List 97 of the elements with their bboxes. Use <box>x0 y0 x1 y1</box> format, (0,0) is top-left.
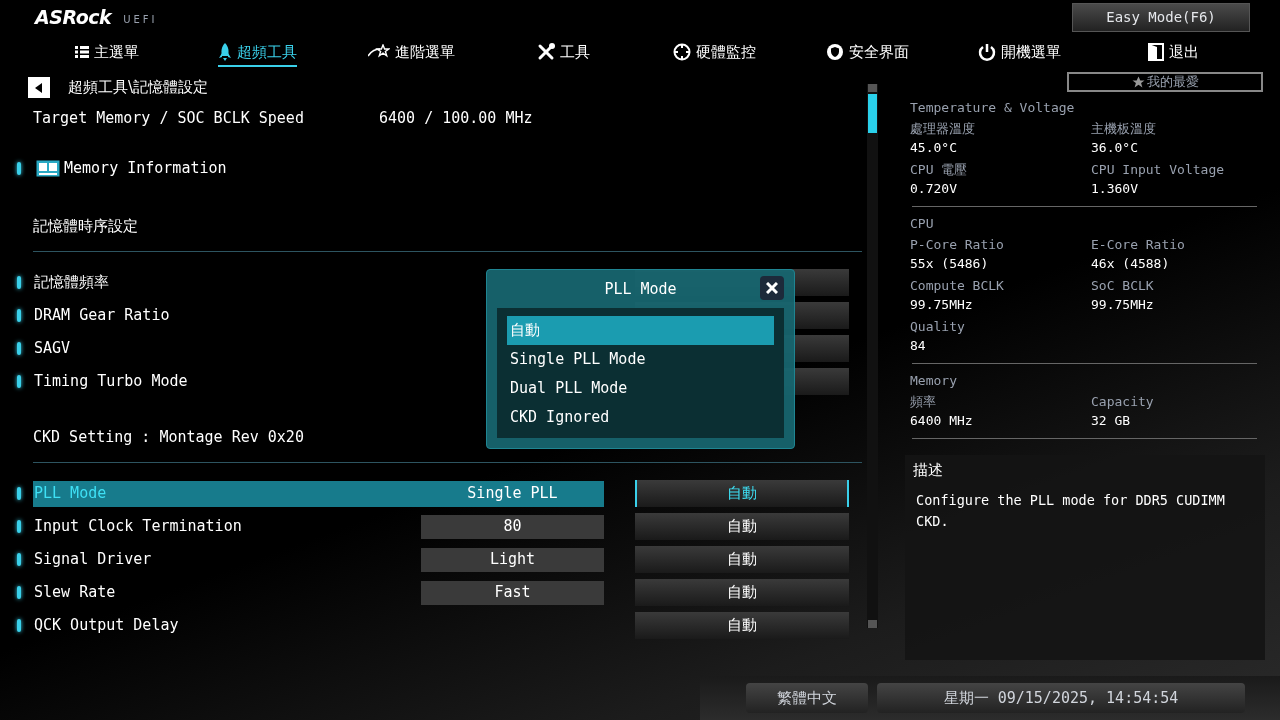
setting-label: Target Memory / SOC BCLK Speed <box>33 107 305 129</box>
monitor-value: 32 GB <box>1091 412 1132 430</box>
brand-logo: ASRock <box>35 6 112 28</box>
dialog-option[interactable]: Single PLL Mode <box>507 345 774 374</box>
nav-tab[interactable]: 退出 <box>1148 40 1199 68</box>
monitor-value: 99.75MHz <box>1091 296 1155 314</box>
setting-value: Fast <box>421 580 604 605</box>
setting-label: Slew Rate <box>33 582 117 604</box>
scrollbar[interactable] <box>867 84 878 628</box>
auto-button[interactable]: 自動 <box>635 579 849 606</box>
monitor-value: 1.360V <box>1091 180 1139 198</box>
favorites-button[interactable]: 我的最愛 <box>1067 72 1263 92</box>
row-marker <box>17 553 21 566</box>
row-marker <box>17 161 21 175</box>
setting-label: PLL Mode <box>33 483 108 505</box>
setting-row[interactable]: QCK Output Delay <box>33 612 604 639</box>
close-button[interactable] <box>760 276 784 300</box>
monitor-label: P-Core Ratio <box>910 236 1005 254</box>
row-marker <box>17 586 21 599</box>
row-marker <box>17 520 21 533</box>
auto-button[interactable]: 自動 <box>635 546 849 573</box>
description-title: 描述 <box>913 460 944 481</box>
setting-label: 記憶體頻率 <box>33 272 110 294</box>
star-icon <box>1131 75 1145 89</box>
close-icon <box>766 282 778 294</box>
monitor-value: 45.0°C <box>910 139 958 157</box>
row-marker <box>17 342 21 355</box>
setting-value: 80 <box>421 514 604 539</box>
star-icon <box>368 44 390 60</box>
monitor-value: 36.0°C <box>1091 139 1139 157</box>
memory-module-icon <box>36 159 60 177</box>
nav-tab[interactable]: 進階選單 <box>368 40 455 68</box>
back-button[interactable] <box>28 77 50 98</box>
section-header: 記憶體時序設定 <box>33 215 139 237</box>
setting-row[interactable]: Signal Driver Light <box>33 546 604 573</box>
nav-tab[interactable]: 超頻工具 <box>218 40 297 68</box>
auto-button[interactable]: 自動 <box>635 480 849 507</box>
language-button[interactable]: 繁體中文 <box>746 683 868 713</box>
setting-label: QCK Output Delay <box>33 615 180 637</box>
setting-value: Light <box>421 547 604 572</box>
row-marker <box>17 487 21 500</box>
row-marker <box>17 276 21 289</box>
row-marker <box>17 375 21 388</box>
dialog-title: PLL Mode <box>604 278 677 300</box>
power-icon <box>978 43 996 61</box>
date-time: 星期一 09/15/2025, 14:54:54 <box>877 683 1245 713</box>
monitor-group-title: CPU <box>910 215 935 233</box>
monitor-label: 頻率 <box>910 393 937 411</box>
monitor-label: CPU 電壓 <box>910 161 969 179</box>
monitor-value: 55x (5486) <box>910 255 990 273</box>
section-header: CKD Setting : Montage Rev 0x20 <box>33 426 305 448</box>
nav-tab[interactable]: 硬體監控 <box>673 40 756 68</box>
monitor-value: 6400 MHz <box>910 412 974 430</box>
gauge-icon <box>673 43 691 61</box>
setting-row[interactable]: Input Clock Termination 80 <box>33 513 604 540</box>
brand-subtitle: UEFI <box>123 13 158 27</box>
setting-label: Signal Driver <box>33 549 153 571</box>
setting-value: 6400 / 100.00 MHz <box>379 107 533 129</box>
monitor-value: 0.720V <box>910 180 958 198</box>
row-marker <box>17 619 21 632</box>
dialog-option[interactable]: Dual PLL Mode <box>507 374 774 403</box>
monitor-label: 主機板溫度 <box>1091 120 1157 138</box>
nav-tab[interactable]: 主選單 <box>75 40 139 68</box>
back-arrow-icon <box>35 82 43 93</box>
setting-value: Single PLL <box>466 483 559 505</box>
setting-label: DRAM Gear Ratio <box>33 305 171 327</box>
description-text: Configure the PLL mode for DDR5 CUDIMM CKD. <box>915 490 1226 531</box>
nav-tab[interactable]: 安全界面 <box>826 40 909 68</box>
rocket-icon <box>218 43 232 61</box>
monitor-value: 46x (4588) <box>1091 255 1171 273</box>
monitor-label: 處理器溫度 <box>910 120 976 138</box>
submenu-link[interactable]: Memory Information <box>36 156 227 180</box>
monitor-label: E-Core Ratio <box>1091 236 1186 254</box>
monitor-value: 99.75MHz <box>910 296 974 314</box>
shield-icon <box>826 43 844 61</box>
tools-icon <box>537 43 555 61</box>
setting-row[interactable]: Slew Rate Fast <box>33 579 604 606</box>
monitor-label: Compute BCLK <box>910 277 1005 295</box>
monitor-label: Quality <box>910 318 966 336</box>
monitor-value: 84 <box>910 337 927 355</box>
exit-door-icon <box>1148 43 1164 61</box>
nav-tab[interactable]: 開機選單 <box>978 40 1061 68</box>
row-marker <box>17 309 21 322</box>
setting-row[interactable]: PLL Mode Single PLL <box>33 480 604 507</box>
list-icon <box>75 45 89 59</box>
monitor-label: SoC BCLK <box>1091 277 1155 295</box>
auto-button[interactable]: 自動 <box>635 513 849 540</box>
monitor-label: Capacity <box>1091 393 1155 411</box>
breadcrumb: 超頻工具\記憶體設定 <box>68 77 209 99</box>
easy-mode-button[interactable]: Easy Mode(F6) <box>1072 3 1250 32</box>
auto-button[interactable]: 自動 <box>635 612 849 639</box>
monitor-group-title: Temperature & Voltage <box>910 99 1076 117</box>
monitor-group-title: Memory <box>910 372 958 390</box>
nav-tab[interactable]: 工具 <box>537 40 590 68</box>
setting-label: Input Clock Termination <box>33 516 243 538</box>
dialog-option[interactable]: CKD Ignored <box>507 403 774 432</box>
monitor-label: CPU Input Voltage <box>1091 161 1226 179</box>
